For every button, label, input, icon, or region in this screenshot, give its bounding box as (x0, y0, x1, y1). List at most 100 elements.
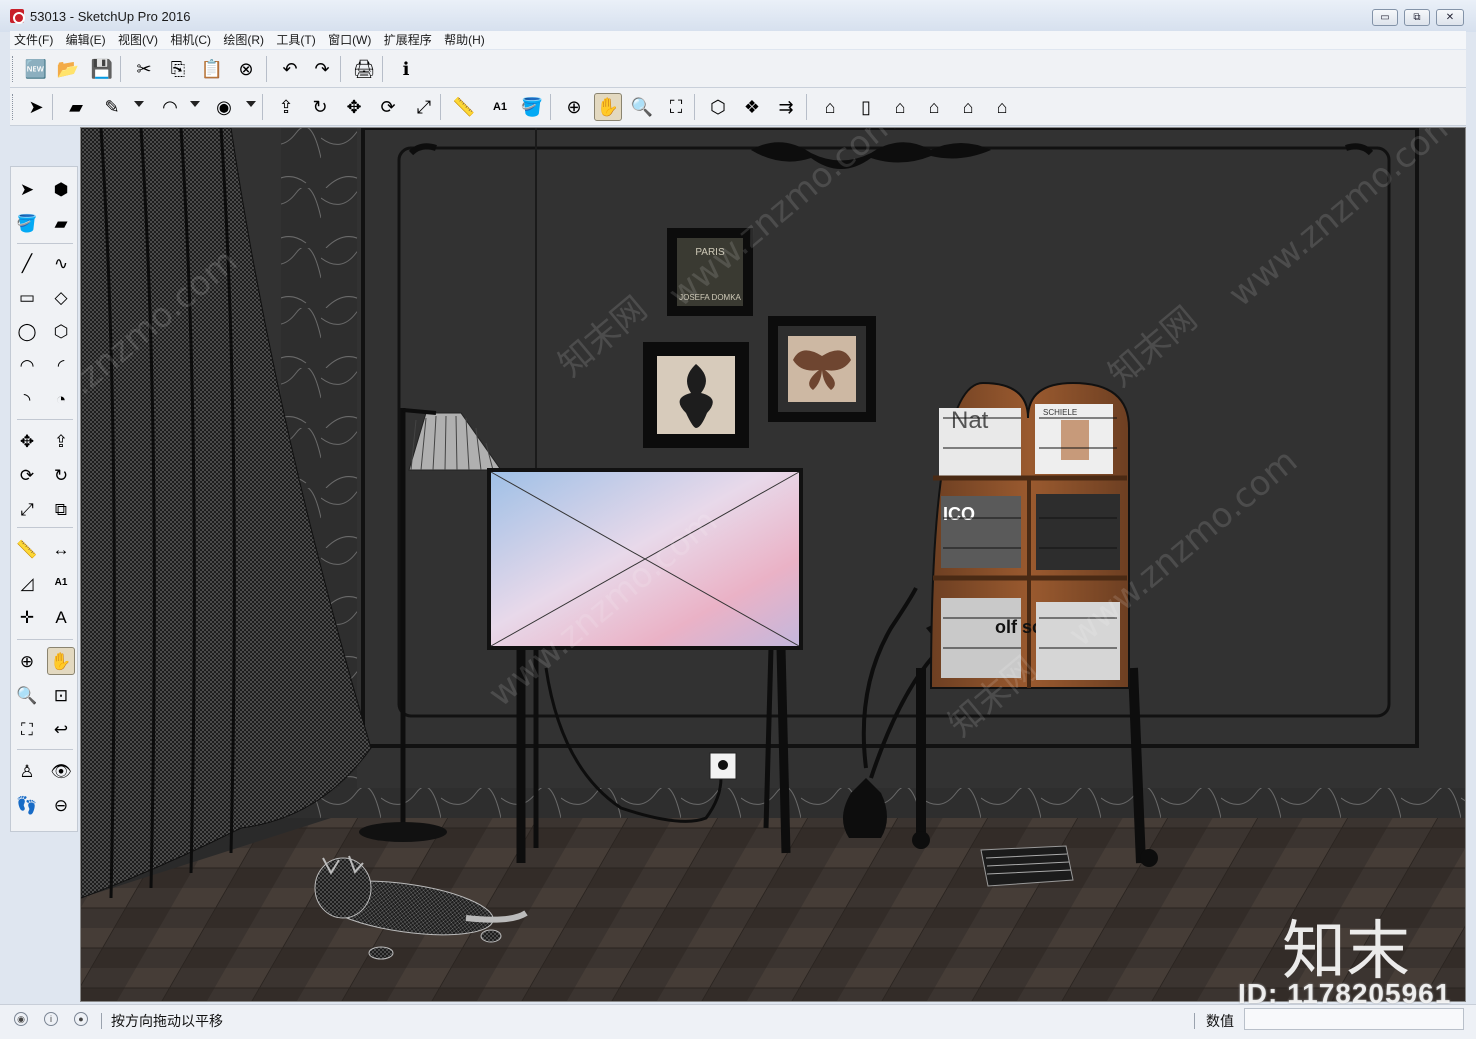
info-icon[interactable]: i (44, 1012, 58, 1026)
freehand-icon[interactable]: ∿ (47, 249, 75, 277)
rotate-icon[interactable]: ⟳ (13, 461, 41, 489)
toolbar-grip[interactable] (12, 56, 15, 82)
user-account-icon[interactable]: ● (74, 1012, 88, 1026)
line-icon[interactable]: ╱ (13, 249, 41, 277)
zoom-icon[interactable]: 🔍 (13, 681, 41, 709)
iso-view-icon[interactable]: ⌂ (816, 93, 844, 121)
axes-icon[interactable]: ✛ (13, 603, 41, 631)
orbit-icon[interactable]: ⊕ (560, 93, 588, 121)
back-view-icon[interactable]: ⌂ (954, 93, 982, 121)
model-info-icon[interactable]: ℹ (392, 55, 420, 83)
menu-help[interactable]: 帮助(H) (440, 31, 489, 49)
arc-icon[interactable]: ◠ (156, 93, 184, 121)
3d-text-icon[interactable]: A (47, 603, 75, 631)
restore-button[interactable]: ⧉ (1404, 9, 1430, 26)
follow-me-icon[interactable]: ↻ (47, 461, 75, 489)
circle-icon[interactable]: ◯ (13, 317, 41, 345)
menu-tools[interactable]: 工具(T) (272, 31, 319, 49)
palette-separator (17, 419, 73, 420)
tape-measure-icon[interactable]: 📏 (13, 535, 41, 563)
toolbar-grip[interactable] (12, 94, 15, 120)
select-icon[interactable]: ➤ (13, 175, 41, 203)
push-pull-icon[interactable]: ⇪ (47, 427, 75, 455)
dropdown-arrow-icon[interactable] (246, 101, 256, 107)
tape-measure-icon[interactable]: 📏 (450, 93, 478, 121)
geo-location-icon[interactable]: ◉ (14, 1012, 28, 1026)
rectangle-icon[interactable]: ▭ (13, 283, 41, 311)
components-icon[interactable]: ❖ (738, 93, 766, 121)
menu-draw[interactable]: 绘图(R) (219, 31, 268, 49)
orbit-icon[interactable]: ⊕ (13, 647, 41, 675)
model-viewport[interactable]: PARIS JOSEFA DOMKA Nat SCHIELE ICO olf s… (80, 127, 1466, 1002)
select-arrow-icon[interactable]: ➤ (22, 93, 50, 121)
menu-window[interactable]: 窗口(W) (324, 31, 375, 49)
section-plane-icon[interactable]: ⊖ (47, 791, 75, 819)
previous-view-icon[interactable]: ↩ (47, 715, 75, 743)
move-icon[interactable]: ✥ (340, 93, 368, 121)
toolbar-separator (440, 94, 441, 120)
toolbar-separator (550, 94, 551, 120)
front-view-icon[interactable]: ▯ (852, 93, 880, 121)
eraser-icon[interactable]: ▰ (62, 93, 90, 121)
share-model-icon[interactable]: ⇉ (772, 93, 800, 121)
two-point-arc-icon[interactable]: ◜ (47, 351, 75, 379)
polygon-icon[interactable]: ⬡ (47, 317, 75, 345)
rotate-icon[interactable]: ⟳ (374, 93, 402, 121)
undo-icon[interactable]: ↶ (276, 55, 304, 83)
push-pull-icon[interactable]: ⇪ (272, 93, 300, 121)
rotated-rectangle-icon[interactable]: ◇ (47, 283, 75, 311)
text-icon[interactable]: A1 (47, 569, 75, 597)
pan-hand-icon[interactable]: ✋ (47, 647, 75, 675)
arc-icon[interactable]: ◠ (13, 351, 41, 379)
walk-icon[interactable]: 👣 (13, 791, 41, 819)
new-model-icon[interactable]: 🆕 (22, 55, 50, 83)
pencil-line-icon[interactable]: ✎ (98, 93, 126, 121)
scale-icon[interactable]: ⤢ (410, 93, 438, 121)
position-camera-icon[interactable]: ♙ (13, 757, 41, 785)
right-view-icon[interactable]: ⌂ (920, 93, 948, 121)
house-top-view-icon[interactable]: ⌂ (886, 93, 914, 121)
three-point-arc-icon[interactable]: ◝ (13, 385, 41, 413)
pie-icon[interactable]: ◔ (47, 385, 75, 413)
close-button[interactable]: ✕ (1436, 9, 1464, 26)
paint-bucket-icon[interactable]: 🪣 (13, 209, 41, 237)
pan-hand-icon[interactable]: ✋ (594, 93, 622, 121)
menu-camera[interactable]: 相机(C) (166, 31, 215, 49)
zoom-window-icon[interactable]: ⊡ (47, 681, 75, 709)
dimension-icon[interactable]: ↔ (47, 535, 75, 563)
left-view-icon[interactable]: ⌂ (988, 93, 1016, 121)
text-icon[interactable]: A1 (486, 93, 514, 121)
magazine-ico-text: ICO (943, 504, 975, 524)
measurements-input[interactable] (1244, 1008, 1464, 1030)
warehouse-icon[interactable]: ⬡ (704, 93, 732, 121)
scale-icon[interactable]: ⤢ (13, 495, 41, 523)
open-folder-icon[interactable]: 📂 (54, 55, 82, 83)
redo-icon[interactable]: ↷ (308, 55, 336, 83)
offset-icon[interactable]: ⧉ (47, 495, 75, 523)
move-icon[interactable]: ✥ (13, 427, 41, 455)
zoom-icon[interactable]: 🔍 (628, 93, 656, 121)
zoom-extents-icon[interactable]: ⛶ (13, 715, 41, 743)
menu-view[interactable]: 视图(V) (114, 31, 162, 49)
minimize-button[interactable]: ▭ (1372, 9, 1398, 26)
follow-me-icon[interactable]: ↻ (306, 93, 334, 121)
dropdown-arrow-icon[interactable] (134, 101, 144, 107)
copy-icon[interactable]: ⎘ (164, 55, 192, 83)
menu-edit[interactable]: 编辑(E) (62, 31, 110, 49)
menu-extensions[interactable]: 扩展程序 (380, 31, 436, 49)
circle-icon[interactable]: ◉ (210, 93, 238, 121)
look-around-icon[interactable]: 👁 (47, 757, 75, 785)
menu-file[interactable]: 文件(F) (10, 31, 57, 49)
make-component-icon[interactable]: ⬢ (47, 175, 75, 203)
save-icon[interactable]: 💾 (88, 55, 116, 83)
zoom-extents-icon[interactable]: ⛶ (662, 93, 690, 121)
delete-icon[interactable]: ⊗ (232, 55, 260, 83)
left-tool-palette: ➤ ⬢ 🪣 ▰ ╱ ∿ ▭ ◇ ◯ ⬡ ◠ ◜ ◝ ◔ ✥ ⇪ ⟳ ↻ ⤢ ⧉ 📏 ↔ ◿ A1 ✛ A ⊕ ✋ 🔍 ⊡ ⛶ ↩ ♙ 👁 👣 ⊖ (10, 166, 78, 832)
dropdown-arrow-icon[interactable] (190, 101, 200, 107)
eraser-icon[interactable]: ▰ (47, 209, 75, 237)
paste-icon[interactable]: 📋 (198, 55, 226, 83)
paint-bucket-icon[interactable]: 🪣 (518, 93, 546, 121)
cut-icon[interactable]: ✂ (130, 55, 158, 83)
protractor-icon[interactable]: ◿ (13, 569, 41, 597)
print-icon[interactable]: 🖨 (350, 55, 378, 83)
